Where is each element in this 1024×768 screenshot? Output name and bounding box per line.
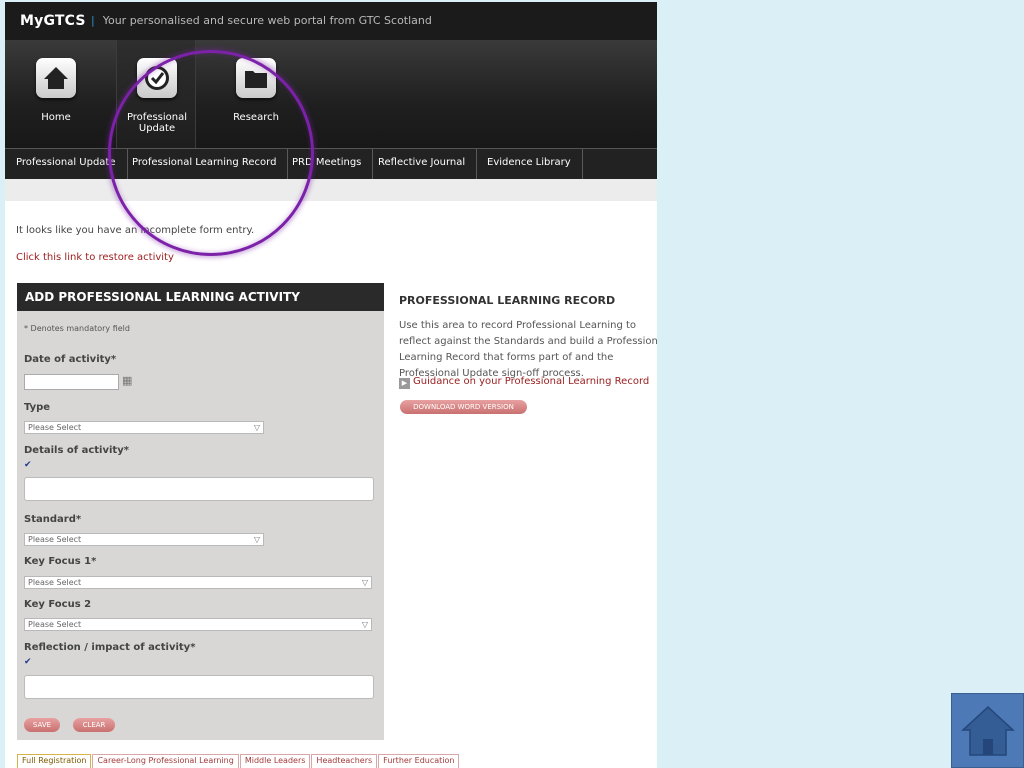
key-focus-1-select[interactable]: Please Select ▽ bbox=[24, 576, 372, 589]
tab-headteachers[interactable]: Headteachers bbox=[311, 754, 378, 768]
add-activity-form: ADD PROFESSIONAL LEARNING ACTIVITY * Den… bbox=[17, 283, 384, 740]
nav-home-label: Home bbox=[41, 112, 71, 123]
nav-research[interactable]: Research bbox=[216, 40, 296, 148]
key-focus-2-label: Key Focus 2 bbox=[24, 599, 92, 610]
subnav-reflective-journal[interactable]: Reflective Journal bbox=[367, 149, 478, 179]
nav-professional-update[interactable]: Professional Update bbox=[116, 40, 196, 148]
download-word-button[interactable]: DOWNLOAD WORD VERSION bbox=[400, 400, 527, 414]
chevron-down-icon: ▽ bbox=[361, 578, 368, 587]
info-text: Use this area to record Professional Lea… bbox=[399, 320, 657, 379]
nav-professional-update-label: Professional Update bbox=[126, 112, 188, 134]
reflection-label: Reflection / impact of activity* bbox=[24, 642, 196, 653]
mandatory-note: * Denotes mandatory field bbox=[24, 324, 130, 333]
subnav-professional-update[interactable]: Professional Update bbox=[5, 149, 128, 179]
tab-career-long-professional-learning[interactable]: Career-Long Professional Learning bbox=[92, 754, 239, 768]
tab-further-education[interactable]: Further Education bbox=[378, 754, 460, 768]
chevron-down-icon: ▽ bbox=[361, 620, 368, 629]
subnav-evidence-library[interactable]: Evidence Library bbox=[476, 149, 583, 179]
chevron-down-icon: ▽ bbox=[253, 423, 260, 432]
details-textarea[interactable] bbox=[24, 477, 374, 501]
content-top-strip bbox=[5, 179, 657, 201]
header-bar: MyGTCS Your personalised and secure web … bbox=[5, 2, 657, 40]
folder-icon bbox=[236, 58, 276, 98]
standard-label: Standard* bbox=[24, 514, 82, 525]
nav-research-label: Research bbox=[233, 112, 279, 123]
guidance-link[interactable]: ▶ Guidance on your Professional Learning … bbox=[399, 376, 649, 389]
save-button[interactable]: SAVE bbox=[24, 718, 60, 732]
nav-home[interactable]: Home bbox=[16, 40, 96, 148]
spellcheck-icon[interactable]: ✔ bbox=[24, 460, 32, 470]
site-tagline: Your personalised and secure web portal … bbox=[91, 14, 432, 27]
reflection-textarea[interactable] bbox=[24, 675, 374, 699]
subnav-prd-meetings[interactable]: PRD Meetings bbox=[281, 149, 374, 179]
play-icon: ▶ bbox=[399, 378, 410, 389]
incomplete-entry-notice: It looks like you have an incomplete for… bbox=[16, 225, 255, 236]
key-focus-1-label: Key Focus 1* bbox=[24, 556, 97, 567]
type-label: Type bbox=[24, 402, 51, 413]
tab-middle-leaders[interactable]: Middle Leaders bbox=[239, 754, 311, 768]
details-label: Details of activity* bbox=[24, 445, 129, 456]
site-logo[interactable]: MyGTCS bbox=[20, 13, 86, 29]
spellcheck-icon[interactable]: ✔ bbox=[24, 657, 32, 667]
form-title: ADD PROFESSIONAL LEARNING ACTIVITY bbox=[17, 283, 384, 311]
chevron-down-icon: ▽ bbox=[253, 535, 260, 544]
slide-home-button[interactable] bbox=[951, 693, 1024, 768]
house-icon bbox=[961, 705, 1015, 756]
clear-button[interactable]: CLEAR bbox=[73, 718, 115, 732]
key-focus-2-select[interactable]: Please Select ▽ bbox=[24, 618, 372, 631]
standard-select[interactable]: Please Select ▽ bbox=[24, 533, 264, 546]
screenshot-frame: MyGTCS Your personalised and secure web … bbox=[5, 2, 657, 768]
restore-activity-link[interactable]: Click this link to restore activity bbox=[16, 252, 174, 263]
date-input[interactable] bbox=[24, 374, 119, 390]
sub-navigation: Professional Update Professional Learnin… bbox=[5, 148, 657, 179]
tab-full-registration[interactable]: Full Registration bbox=[17, 754, 92, 768]
subnav-professional-learning-record[interactable]: Professional Learning Record bbox=[121, 149, 289, 179]
info-title: PROFESSIONAL LEARNING RECORD bbox=[399, 294, 616, 307]
date-label: Date of activity* bbox=[24, 354, 117, 365]
calendar-icon[interactable]: ▦ bbox=[122, 374, 132, 387]
house-icon bbox=[36, 58, 76, 98]
icon-navigation: Home Professional Update Research bbox=[5, 40, 657, 148]
check-clock-icon bbox=[137, 58, 177, 98]
type-select[interactable]: Please Select ▽ bbox=[24, 421, 264, 434]
bottom-tabs: Full Registration Career-Long Professiona… bbox=[17, 754, 460, 768]
